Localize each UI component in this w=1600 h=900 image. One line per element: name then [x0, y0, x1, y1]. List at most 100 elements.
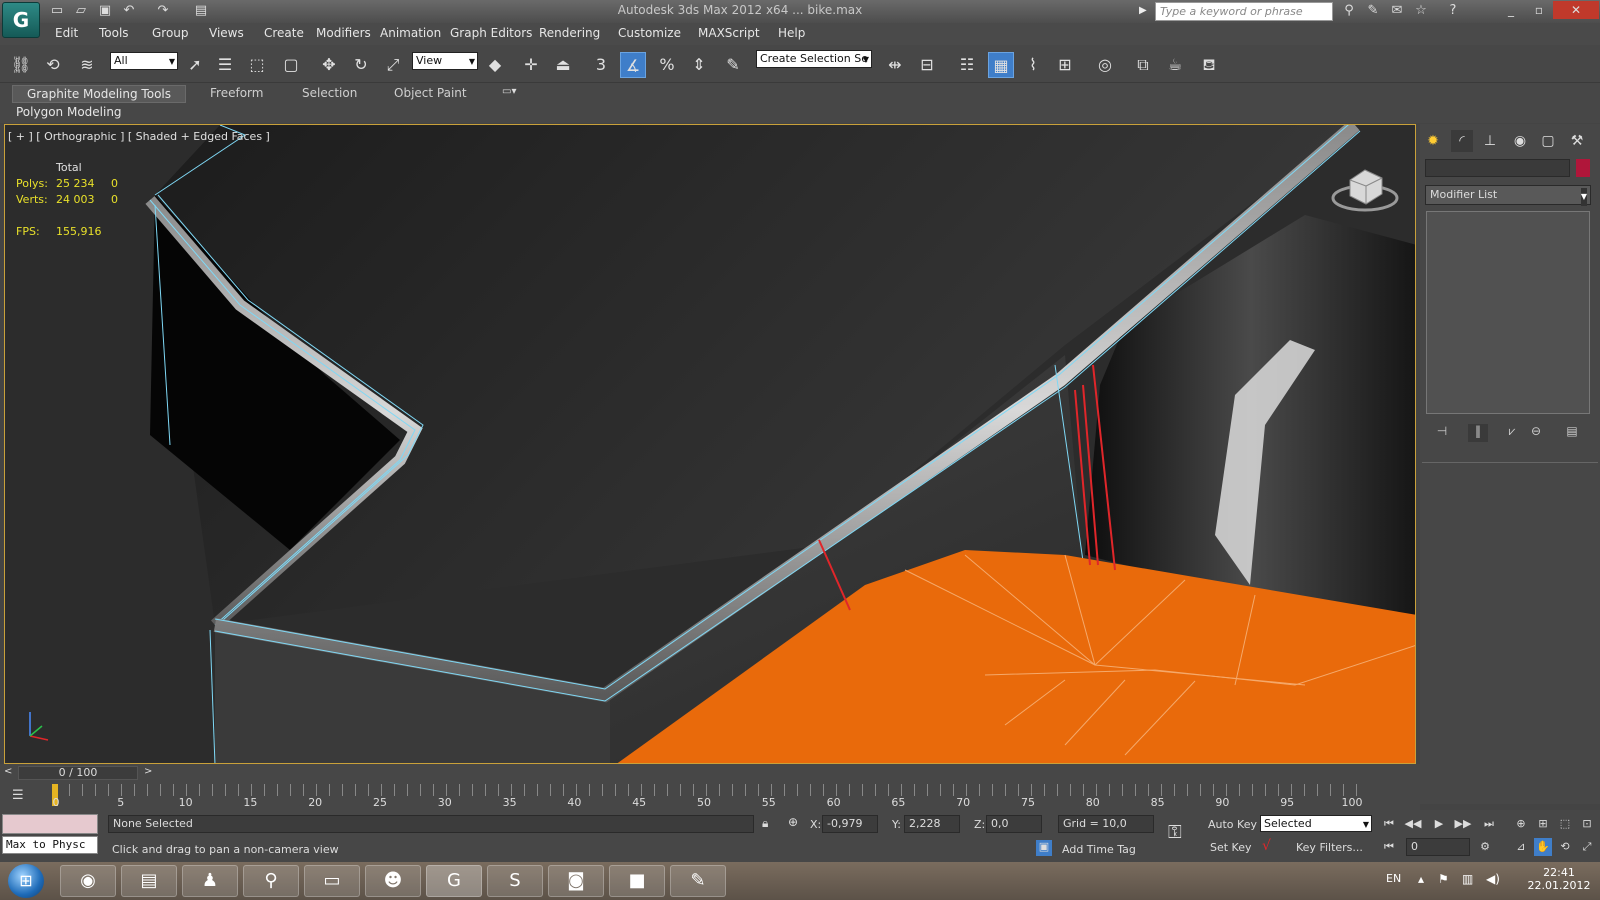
skype-task-icon[interactable]: S — [487, 865, 543, 897]
paint-task-icon[interactable]: ✎ — [670, 865, 726, 897]
render-production-icon[interactable]: ⛾ — [1196, 52, 1222, 78]
volume-icon[interactable]: ◀) — [1486, 872, 1500, 886]
default-in-out-tangent-icon[interactable]: √ — [1262, 838, 1271, 854]
modifier-list-dropdown[interactable]: Modifier List — [1425, 185, 1591, 206]
rotate-icon[interactable]: ↻ — [348, 52, 374, 78]
menu-views[interactable]: Views — [209, 26, 244, 40]
x-coordinate-field[interactable]: -0,979 — [822, 815, 878, 833]
zoom-icon[interactable]: ⊕ — [1512, 815, 1530, 833]
mirror-icon[interactable]: ⇹ — [882, 52, 908, 78]
previous-frame-icon[interactable]: ◀◀ — [1404, 815, 1422, 833]
display-tab-icon[interactable]: ▢ — [1537, 130, 1559, 152]
maximize-button[interactable]: ▫ — [1525, 1, 1553, 19]
angle-snap-icon[interactable]: ∡ — [620, 52, 646, 78]
z-coordinate-field[interactable]: 0,0 — [986, 815, 1042, 833]
favorites-icon[interactable]: ☆ — [1412, 3, 1430, 19]
project-folder-icon[interactable]: ▤ — [192, 3, 210, 19]
polygon-modeling-panel[interactable]: Polygon Modeling — [16, 105, 122, 119]
edit-named-selection-icon[interactable]: ✎ — [720, 52, 746, 78]
subscription-icon[interactable]: ✎ — [1364, 3, 1382, 19]
viewport-label[interactable]: [ + ] [ Orthographic ] [ Shaded + Edged … — [8, 130, 270, 143]
move-icon[interactable]: ✥ — [316, 52, 342, 78]
configure-sets-icon[interactable]: ▤ — [1562, 424, 1582, 442]
play-icon[interactable]: ▶ — [1430, 815, 1448, 833]
time-prev-icon[interactable]: < — [4, 766, 12, 777]
snaps-toggle-icon[interactable]: 3 — [588, 52, 614, 78]
menu-create[interactable]: Create — [264, 26, 304, 40]
minimize-button[interactable]: _ — [1497, 1, 1525, 19]
new-file-icon[interactable]: ▭ — [48, 3, 66, 19]
time-configuration-icon[interactable]: ⚙ — [1476, 838, 1494, 856]
maximize-viewport-icon[interactable]: ⤢ — [1578, 838, 1596, 856]
camera-task-icon[interactable]: ◙ — [548, 865, 604, 897]
zoom-extents-all-icon[interactable]: ⊡ — [1578, 815, 1596, 833]
go-to-start-icon[interactable]: ⏮ — [1380, 815, 1398, 833]
redo-icon[interactable]: ↷ — [154, 3, 172, 19]
menu-group[interactable]: Group — [152, 26, 189, 40]
ribbon-options-icon[interactable]: ▭▾ — [502, 86, 524, 100]
app-menu-button[interactable]: G — [2, 2, 40, 38]
pin-stack-icon[interactable]: ⊣ — [1432, 424, 1452, 442]
set-key-button[interactable]: Set Key — [1210, 841, 1252, 854]
add-time-tag[interactable]: Add Time Tag — [1062, 843, 1136, 856]
select-manipulate-icon[interactable]: ✛ — [518, 52, 544, 78]
viewcube[interactable] — [1330, 158, 1400, 214]
chrome-task-icon[interactable]: ◉ — [60, 865, 116, 897]
go-to-end-icon[interactable]: ⏭ — [1480, 815, 1498, 833]
create-tab-icon[interactable]: ✹ — [1422, 130, 1444, 152]
time-tag-icon[interactable]: ▣ — [1036, 840, 1052, 856]
spinner-snap-icon[interactable]: ⇕ — [686, 52, 712, 78]
window-crossing-icon[interactable]: ▢ — [278, 52, 304, 78]
y-coordinate-field[interactable]: 2,228 — [904, 815, 960, 833]
maxscript-listener-input[interactable]: Max to Physc — [2, 836, 98, 854]
scale-icon[interactable]: ⤢ — [380, 52, 406, 78]
orbit-icon[interactable]: ⟲ — [1556, 838, 1574, 856]
bind-space-warp-icon[interactable]: ≋ — [74, 52, 100, 78]
time-next-icon[interactable]: > — [144, 766, 152, 777]
save-icon[interactable]: ▣ — [96, 3, 114, 19]
tab-selection[interactable]: Selection — [302, 86, 357, 100]
undo-icon[interactable]: ↶ — [120, 3, 138, 19]
named-selection-dropdown[interactable]: Create Selection Se — [756, 50, 872, 68]
binoculars-icon[interactable]: ⚲ — [1340, 3, 1358, 19]
curve-editor-icon[interactable]: ⌇ — [1020, 52, 1046, 78]
auto-key-button[interactable]: Auto Key — [1208, 818, 1257, 831]
link-icon[interactable]: ⛓ — [8, 52, 34, 78]
open-mini-curve-editor-icon[interactable]: ☰ — [12, 788, 24, 803]
object-name-field[interactable] — [1425, 159, 1570, 177]
menu-edit[interactable]: Edit — [55, 26, 78, 40]
keyboard-shortcut-override-icon[interactable]: ⏏ — [550, 52, 576, 78]
explorer-window-task-icon[interactable]: ▤ — [121, 865, 177, 897]
modifier-stack[interactable] — [1426, 211, 1590, 414]
menu-animation[interactable]: Animation — [380, 26, 441, 40]
zoom-all-icon[interactable]: ⊞ — [1534, 815, 1552, 833]
motion-tab-icon[interactable]: ◉ — [1509, 130, 1531, 152]
graphite-toggle-icon[interactable]: ▦ — [988, 52, 1014, 78]
absolute-transform-icon[interactable]: ⊕ — [788, 815, 798, 829]
start-button[interactable]: ⊞ — [8, 864, 44, 898]
key-filters-button[interactable]: Key Filters... — [1296, 841, 1363, 854]
maxscript-listener-output[interactable] — [2, 814, 98, 834]
make-unique-icon[interactable]: ⩗ — [1502, 424, 1522, 442]
tab-graphite-modeling-tools[interactable]: Graphite Modeling Tools — [12, 85, 186, 103]
set-key-mode-icon[interactable]: ⚿ — [1168, 822, 1182, 843]
select-object-icon[interactable]: ➚ — [182, 52, 208, 78]
language-indicator[interactable]: EN — [1386, 872, 1401, 885]
key-selection-set-dropdown[interactable]: Selected — [1260, 815, 1372, 832]
zoom-extents-icon[interactable]: ⬚ — [1556, 815, 1574, 833]
schematic-view-icon[interactable]: ⊞ — [1052, 52, 1078, 78]
minecraft-task-icon[interactable]: ■ — [609, 865, 665, 897]
show-end-result-icon[interactable]: ‖ — [1468, 424, 1488, 442]
align-icon[interactable]: ⊟ — [914, 52, 940, 78]
utilities-tab-icon[interactable]: ⚒ — [1566, 130, 1588, 152]
modify-tab-icon[interactable]: ◜ — [1451, 130, 1473, 152]
lock-icon[interactable]: 🔒︎ — [762, 816, 768, 831]
open-file-icon[interactable]: ▱ — [72, 3, 90, 19]
tab-object-paint[interactable]: Object Paint — [394, 86, 467, 100]
menu-modifiers[interactable]: Modifiers — [316, 26, 371, 40]
unlink-icon[interactable]: ⟲ — [40, 52, 66, 78]
folder-task-icon[interactable]: ▭ — [304, 865, 360, 897]
current-frame-field[interactable]: 0 — [1406, 838, 1470, 856]
field-of-view-icon[interactable]: ⊿ — [1512, 838, 1530, 856]
search-expand-icon[interactable]: ▶ — [1139, 5, 1147, 16]
